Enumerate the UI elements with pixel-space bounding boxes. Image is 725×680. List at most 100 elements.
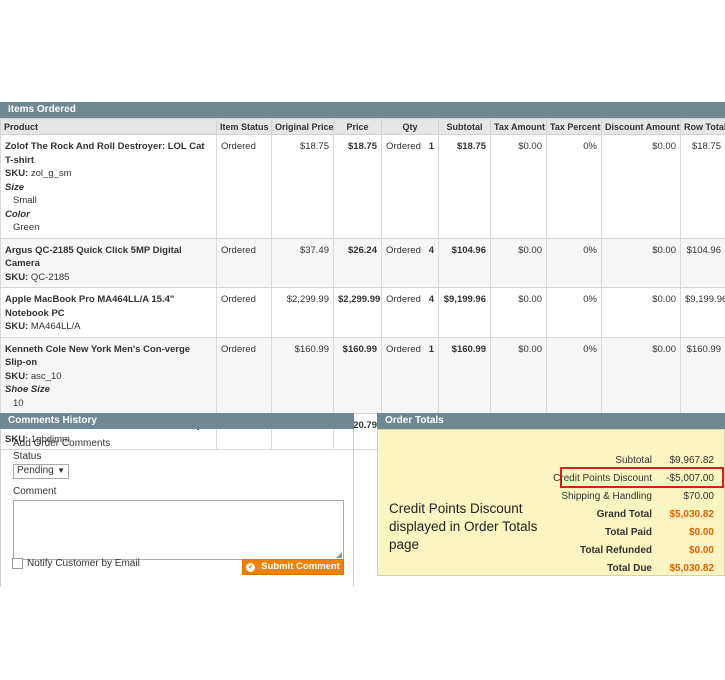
order-totals-section: Order Totals Credit Points Discount disp… [377,413,725,576]
col-original-price: Original Price [271,118,334,135]
items-table: Product Item Status Original Price Price… [0,118,725,450]
subtotal-cell: $18.75 [438,134,491,239]
original-price-cell: $2,299.99 [271,287,334,338]
totals-label: Shipping & Handling [561,491,652,502]
row-total-cell: $18.75 [680,134,725,239]
price-cell: $26.24 [333,238,382,288]
row-total-cell: $9,199.96 [680,287,725,338]
tax-amount-cell: $0.00 [490,238,547,288]
totals-label: Total Paid [604,527,652,538]
tax-percent-cell: 0% [546,287,602,338]
discount-amount-cell: $0.00 [601,134,681,239]
totals-label: Total Refunded [579,545,652,556]
totals-value: -$5,007.00 [666,473,714,484]
option-value: 10 [13,397,24,409]
discount-amount-cell: $0.00 [601,287,681,338]
items-ordered-section: Items Ordered Product Item Status Origin… [0,102,725,450]
col-qty: Qty [381,118,439,135]
option-value: Green [13,222,40,233]
price-cell: $2,299.99 [333,287,382,338]
submit-comment-label: Submit Comment [261,561,340,572]
totals-value: $5,030.82 [669,563,715,574]
tax-amount-cell: $0.00 [490,337,547,414]
item-status-cell: Ordered [216,238,272,288]
totals-label: Grand Total [596,509,652,520]
comments-history-section: Comments History Add Order Comments Stat… [0,413,354,587]
items-ordered-title: Items Ordered [0,102,725,118]
totals-value: $5,030.82 [669,509,715,520]
qty-cell: Ordered4 [381,238,439,288]
table-row: Zolof The Rock And Roll Destroyer: LOL C… [0,134,725,239]
row-total-cell: $104.96 [680,238,725,288]
col-row-total: Row Total [680,118,725,135]
subtotal-cell: $104.96 [438,238,491,288]
tax-amount-cell: $0.00 [490,287,547,338]
totals-row: Grand Total $5,030.82 [472,508,714,522]
totals-label: Credit Points Discount [553,473,652,484]
price-cell: $160.99 [333,337,382,414]
product-cell: Apple MacBook Pro MA464LL/A 15.4" Notebo… [0,287,217,338]
discount-amount-cell: $0.00 [601,337,681,414]
product-cell: Argus QC-2185 Quick Click 5MP Digital Ca… [0,238,217,288]
product-name: Apple MacBook Pro MA464LL/A 15.4" Notebo… [5,294,175,319]
submit-comment-button[interactable]: ✔ Submit Comment [242,559,344,575]
tax-percent-cell: 0% [546,238,602,288]
totals-value: $0.00 [688,545,714,556]
status-select[interactable]: Pending ▼ [13,464,69,479]
totals-row: Subtotal $9,967.82 [472,454,714,468]
items-table-header: Product Item Status Original Price Price… [0,118,725,135]
totals-row: Credit Points Discount -$5,007.00 [472,472,714,486]
row-total-cell: $160.99 [680,337,725,414]
subtotal-cell: $9,199.96 [438,287,491,338]
product-name: Argus QC-2185 Quick Click 5MP Digital Ca… [5,244,182,270]
table-row: Apple MacBook Pro MA464LL/A 15.4" Notebo… [0,287,725,338]
table-row: Argus QC-2185 Quick Click 5MP Digital Ca… [0,238,725,288]
product-name: Zolof The Rock And Roll Destroyer: LOL C… [5,141,205,166]
product-name: Kenneth Cole New York Men's Con-verge Sl… [5,343,191,369]
col-tax-percent: Tax Percent [546,118,602,135]
totals-value: $70.00 [683,491,714,502]
totals-row: Total Paid $0.00 [472,526,714,540]
chevron-down-icon: ▼ [57,466,65,475]
product-sku: SKU: QC-2185 [5,271,70,283]
item-status-cell: Ordered [216,337,272,414]
totals-row: Total Refunded $0.00 [472,544,714,558]
status-select-value: Pending [17,465,54,476]
totals-value: $0.00 [688,527,714,538]
qty-cell: Ordered 1 [381,337,439,414]
resize-handle-icon[interactable]: ◢ [336,550,342,559]
product-cell: Kenneth Cole New York Men's Con-verge Sl… [0,337,217,414]
price-cell: $18.75 [333,134,382,239]
add-order-comments-label: Add Order Comments [13,438,111,449]
comment-label: Comment [13,486,57,497]
col-price: Price [333,118,382,135]
col-product: Product [0,118,217,135]
subtotal-cell: $160.99 [438,337,491,414]
order-totals-title: Order Totals [377,413,725,429]
comment-textarea[interactable]: ◢ [13,500,344,560]
notify-customer-option[interactable]: Notify Customer by Email [12,558,140,569]
original-price-cell: $37.49 [271,238,334,288]
totals-row: Total Due $5,030.82 [472,562,714,576]
tax-percent-cell: 0% [546,134,602,239]
tax-percent-cell: 0% [546,337,602,414]
comments-history-title: Comments History [0,413,354,429]
option-label: Size [5,181,25,193]
notify-customer-checkbox[interactable] [12,558,23,569]
col-discount-amount: Discount Amount [601,118,681,135]
product-sku: SKU: MA464LL/A [5,321,81,332]
col-subtotal: Subtotal [438,118,491,135]
totals-label: Subtotal [615,455,652,466]
product-sku: SKU: zol_g_sm [5,168,72,179]
product-sku: SKU: asc_10 [5,370,62,382]
col-tax-amount: Tax Amount [490,118,547,135]
original-price-cell: $160.99 [271,337,334,414]
col-item-status: Item Status [216,118,272,135]
qty-cell: Ordered4 [381,287,439,338]
tax-amount-cell: $0.00 [490,134,547,239]
option-label: Color [5,208,30,220]
option-label: Shoe Size [5,384,50,395]
check-circle-icon: ✔ [246,562,256,572]
table-row: Kenneth Cole New York Men's Con-verge Sl… [0,337,725,414]
totals-row: Shipping & Handling $70.00 [472,490,714,504]
